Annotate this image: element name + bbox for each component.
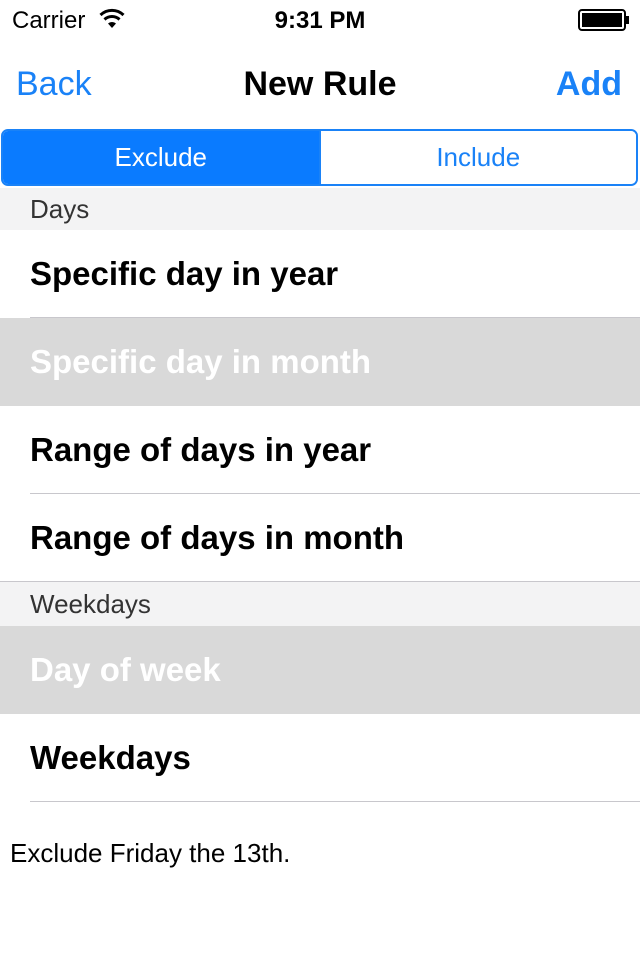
battery-icon <box>578 9 629 31</box>
rule-summary-text: Exclude Friday the 13th. <box>10 838 291 868</box>
section-header-weekdays: Weekdays <box>0 582 640 626</box>
segment-include[interactable]: Include <box>318 131 636 184</box>
navigation-bar: Back New Rule Add <box>0 40 640 128</box>
section-header-days: Days <box>0 188 640 230</box>
add-button[interactable]: Add <box>556 65 622 104</box>
row-range-of-days-in-month[interactable]: Range of days in month <box>0 494 640 582</box>
row-specific-day-in-month[interactable]: Specific day in month <box>0 318 640 406</box>
status-time: 9:31 PM <box>274 7 366 34</box>
row-weekdays[interactable]: Weekdays <box>0 714 640 802</box>
row-range-of-days-in-year[interactable]: Range of days in year <box>0 406 640 494</box>
status-bar: Carrier 9:31 PM <box>0 0 640 40</box>
row-specific-day-in-year[interactable]: Specific day in year <box>0 230 640 318</box>
segment-exclude[interactable]: Exclude <box>3 131 319 184</box>
row-separator <box>30 801 640 802</box>
exclude-include-segmented-control: Exclude Include <box>1 129 638 186</box>
row-day-of-week[interactable]: Day of week <box>0 626 640 714</box>
page-title: New Rule <box>243 65 397 103</box>
